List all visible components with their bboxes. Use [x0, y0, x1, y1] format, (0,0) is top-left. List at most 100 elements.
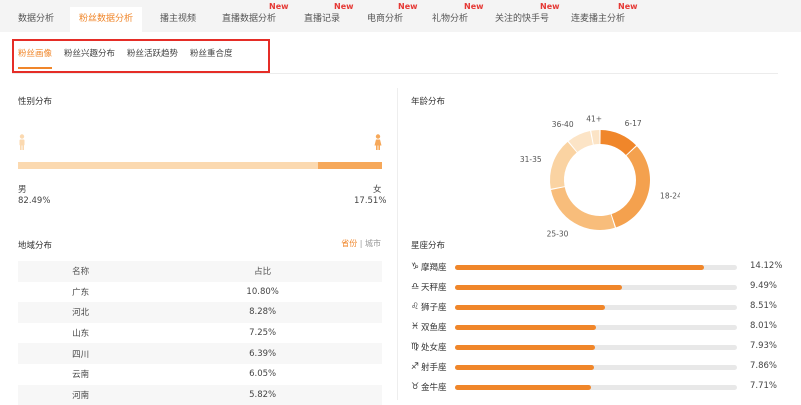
region-name: 河北: [72, 308, 90, 319]
tab-label: 电商分析: [366, 14, 403, 24]
virgo-icon: ♍: [410, 342, 420, 352]
zodiac-name: 射手座: [421, 363, 447, 373]
tab-label: 播主视频: [159, 14, 196, 24]
tab-label: 连麦播主分析: [570, 14, 625, 24]
region-ratio: 7.25%: [249, 328, 277, 339]
zodiac-value: 8.51%: [750, 301, 778, 311]
zodiac-row: ♓ 双鱼座 8.01%: [410, 319, 780, 339]
zodiac-bar-track: [455, 305, 737, 310]
zodiac-bar-track: [455, 365, 737, 370]
province-toggle[interactable]: 省份: [341, 239, 357, 248]
tab-co-host-analysis[interactable]: 连麦播主分析 New: [562, 2, 638, 32]
city-toggle[interactable]: 城市: [365, 239, 381, 248]
tab-fan-data-analysis[interactable]: 粉丝数据分析: [70, 7, 142, 32]
gender-bar: [18, 162, 382, 169]
tab-data-analysis[interactable]: 数据分析: [8, 7, 64, 32]
divider: [12, 73, 778, 74]
region-ratio: 5.82%: [249, 389, 277, 400]
region-table: 名称 占比 广东 10.80% 河北 8.28% 山东 7.25% 四川 6.39% 云…: [18, 261, 382, 405]
zodiac-row: ♉ 金牛座 7.71%: [410, 379, 780, 399]
tab-label: 礼物分析: [431, 14, 468, 24]
female-label: 女: [373, 185, 382, 195]
donut-slice-31-35[interactable]: [550, 141, 577, 189]
tab-live-records[interactable]: 直播记录 New: [292, 2, 354, 32]
donut-slice-25-30[interactable]: [551, 187, 615, 230]
zodiac-bar-track: [455, 265, 737, 270]
zodiac-row: ♎ 天秤座 9.49%: [410, 279, 780, 299]
zodiac-row: ♌ 狮子座 8.51%: [410, 299, 780, 319]
zodiac-name: 金牛座: [421, 383, 447, 393]
male-icon: [19, 134, 25, 150]
zodiac-name: 摩羯座: [421, 263, 447, 273]
table-row: 河南 5.82%: [18, 384, 382, 405]
new-badge: New: [269, 2, 289, 11]
new-badge: New: [464, 2, 484, 11]
male-label: 男: [18, 185, 27, 195]
tab-ecommerce-analysis[interactable]: 电商分析 New: [356, 2, 418, 32]
donut-label: 31-35: [520, 155, 542, 164]
table-row: 山东 7.25%: [18, 323, 382, 344]
table-row: 云南 6.05%: [18, 364, 382, 385]
subtab-fan-activity[interactable]: 粉丝活跃趋势: [127, 47, 178, 67]
tab-gift-analysis[interactable]: 礼物分析 New: [418, 2, 484, 32]
zodiac-name: 天秤座: [421, 283, 447, 293]
region-ratio: 6.05%: [249, 369, 277, 380]
region-name: 山东: [72, 329, 90, 340]
region-ratio: 6.39%: [249, 348, 277, 359]
female-value: 17.51%: [354, 196, 387, 206]
zodiac-title: 星座分布: [411, 241, 446, 251]
zodiac-bar-fill: [455, 345, 595, 350]
tab-label: 关注的快手号: [494, 14, 549, 24]
tab-creator-videos[interactable]: 播主视频: [148, 7, 208, 32]
table-row: 河北 8.28%: [18, 302, 382, 323]
zodiac-bar-fill: [455, 285, 623, 290]
divider: [397, 88, 398, 400]
zodiac-value: 8.01%: [750, 321, 778, 331]
age-title: 年龄分布: [411, 97, 446, 107]
zodiac-value: 7.71%: [750, 381, 778, 391]
zodiac-bar-track: [455, 325, 737, 330]
libra-icon: ♎: [410, 282, 420, 292]
subtab-fan-portrait[interactable]: 粉丝画像: [18, 47, 53, 69]
tab-label: 直播记录: [303, 14, 340, 24]
zodiac-bar-fill: [455, 305, 605, 310]
female-icon: [374, 134, 382, 150]
subtab-fan-overlap[interactable]: 粉丝重合度: [190, 47, 233, 67]
region-name: 四川: [72, 349, 90, 360]
new-badge: New: [334, 2, 354, 11]
donut-label: 25-30: [547, 229, 569, 238]
zodiac-bar-fill: [455, 265, 704, 270]
zodiac-bar-fill: [455, 365, 594, 370]
donut-slice-6-17[interactable]: [600, 130, 637, 156]
donut-label: 18-24: [660, 191, 680, 200]
donut-label: 36-40: [552, 120, 574, 129]
zodiac-row: ♐ 射手座 7.86%: [410, 359, 780, 379]
zodiac-bar-fill: [455, 325, 597, 330]
zodiac-row: ♑ 摩羯座 14.12%: [410, 259, 782, 279]
zodiac-name: 狮子座: [421, 303, 447, 313]
region-title: 地域分布: [18, 241, 53, 251]
pisces-icon: ♓: [410, 322, 420, 332]
donut-slice-41+[interactable]: [591, 130, 600, 145]
zodiac-value: 7.93%: [750, 341, 778, 351]
tab-followed-accounts[interactable]: 关注的快手号 New: [486, 2, 560, 32]
zodiac-value: 9.49%: [750, 281, 778, 291]
new-badge: New: [618, 2, 638, 11]
zodiac-bar-track: [455, 345, 737, 350]
zodiac-bar-track: [455, 385, 737, 390]
region-ratio: 8.28%: [249, 307, 277, 318]
tab-label: 直播数据分析: [221, 14, 276, 24]
male-bar-fill: [18, 162, 319, 169]
donut-slice-18-24[interactable]: [611, 146, 650, 228]
age-donut-chart: 6-17 18-24 25-30 31-35 36-40 41+: [520, 114, 680, 238]
tab-live-data-analysis[interactable]: 直播数据分析 New: [212, 2, 289, 32]
column-header-name: 名称: [72, 267, 90, 278]
tab-label: 数据分析: [17, 14, 54, 24]
male-value: 82.49%: [18, 196, 51, 206]
subtab-fan-interest[interactable]: 粉丝兴趣分布: [64, 47, 115, 67]
top-tab-bar: 数据分析 粉丝数据分析 播主视频 直播数据分析 New 直播记录 New 电商分析 N…: [0, 0, 801, 32]
table-row: 广东 10.80%: [18, 282, 382, 303]
tab-label: 粉丝数据分析: [78, 14, 133, 24]
zodiac-row: ♍ 处女座 7.93%: [410, 339, 780, 359]
zodiac-bar-fill: [455, 385, 591, 390]
